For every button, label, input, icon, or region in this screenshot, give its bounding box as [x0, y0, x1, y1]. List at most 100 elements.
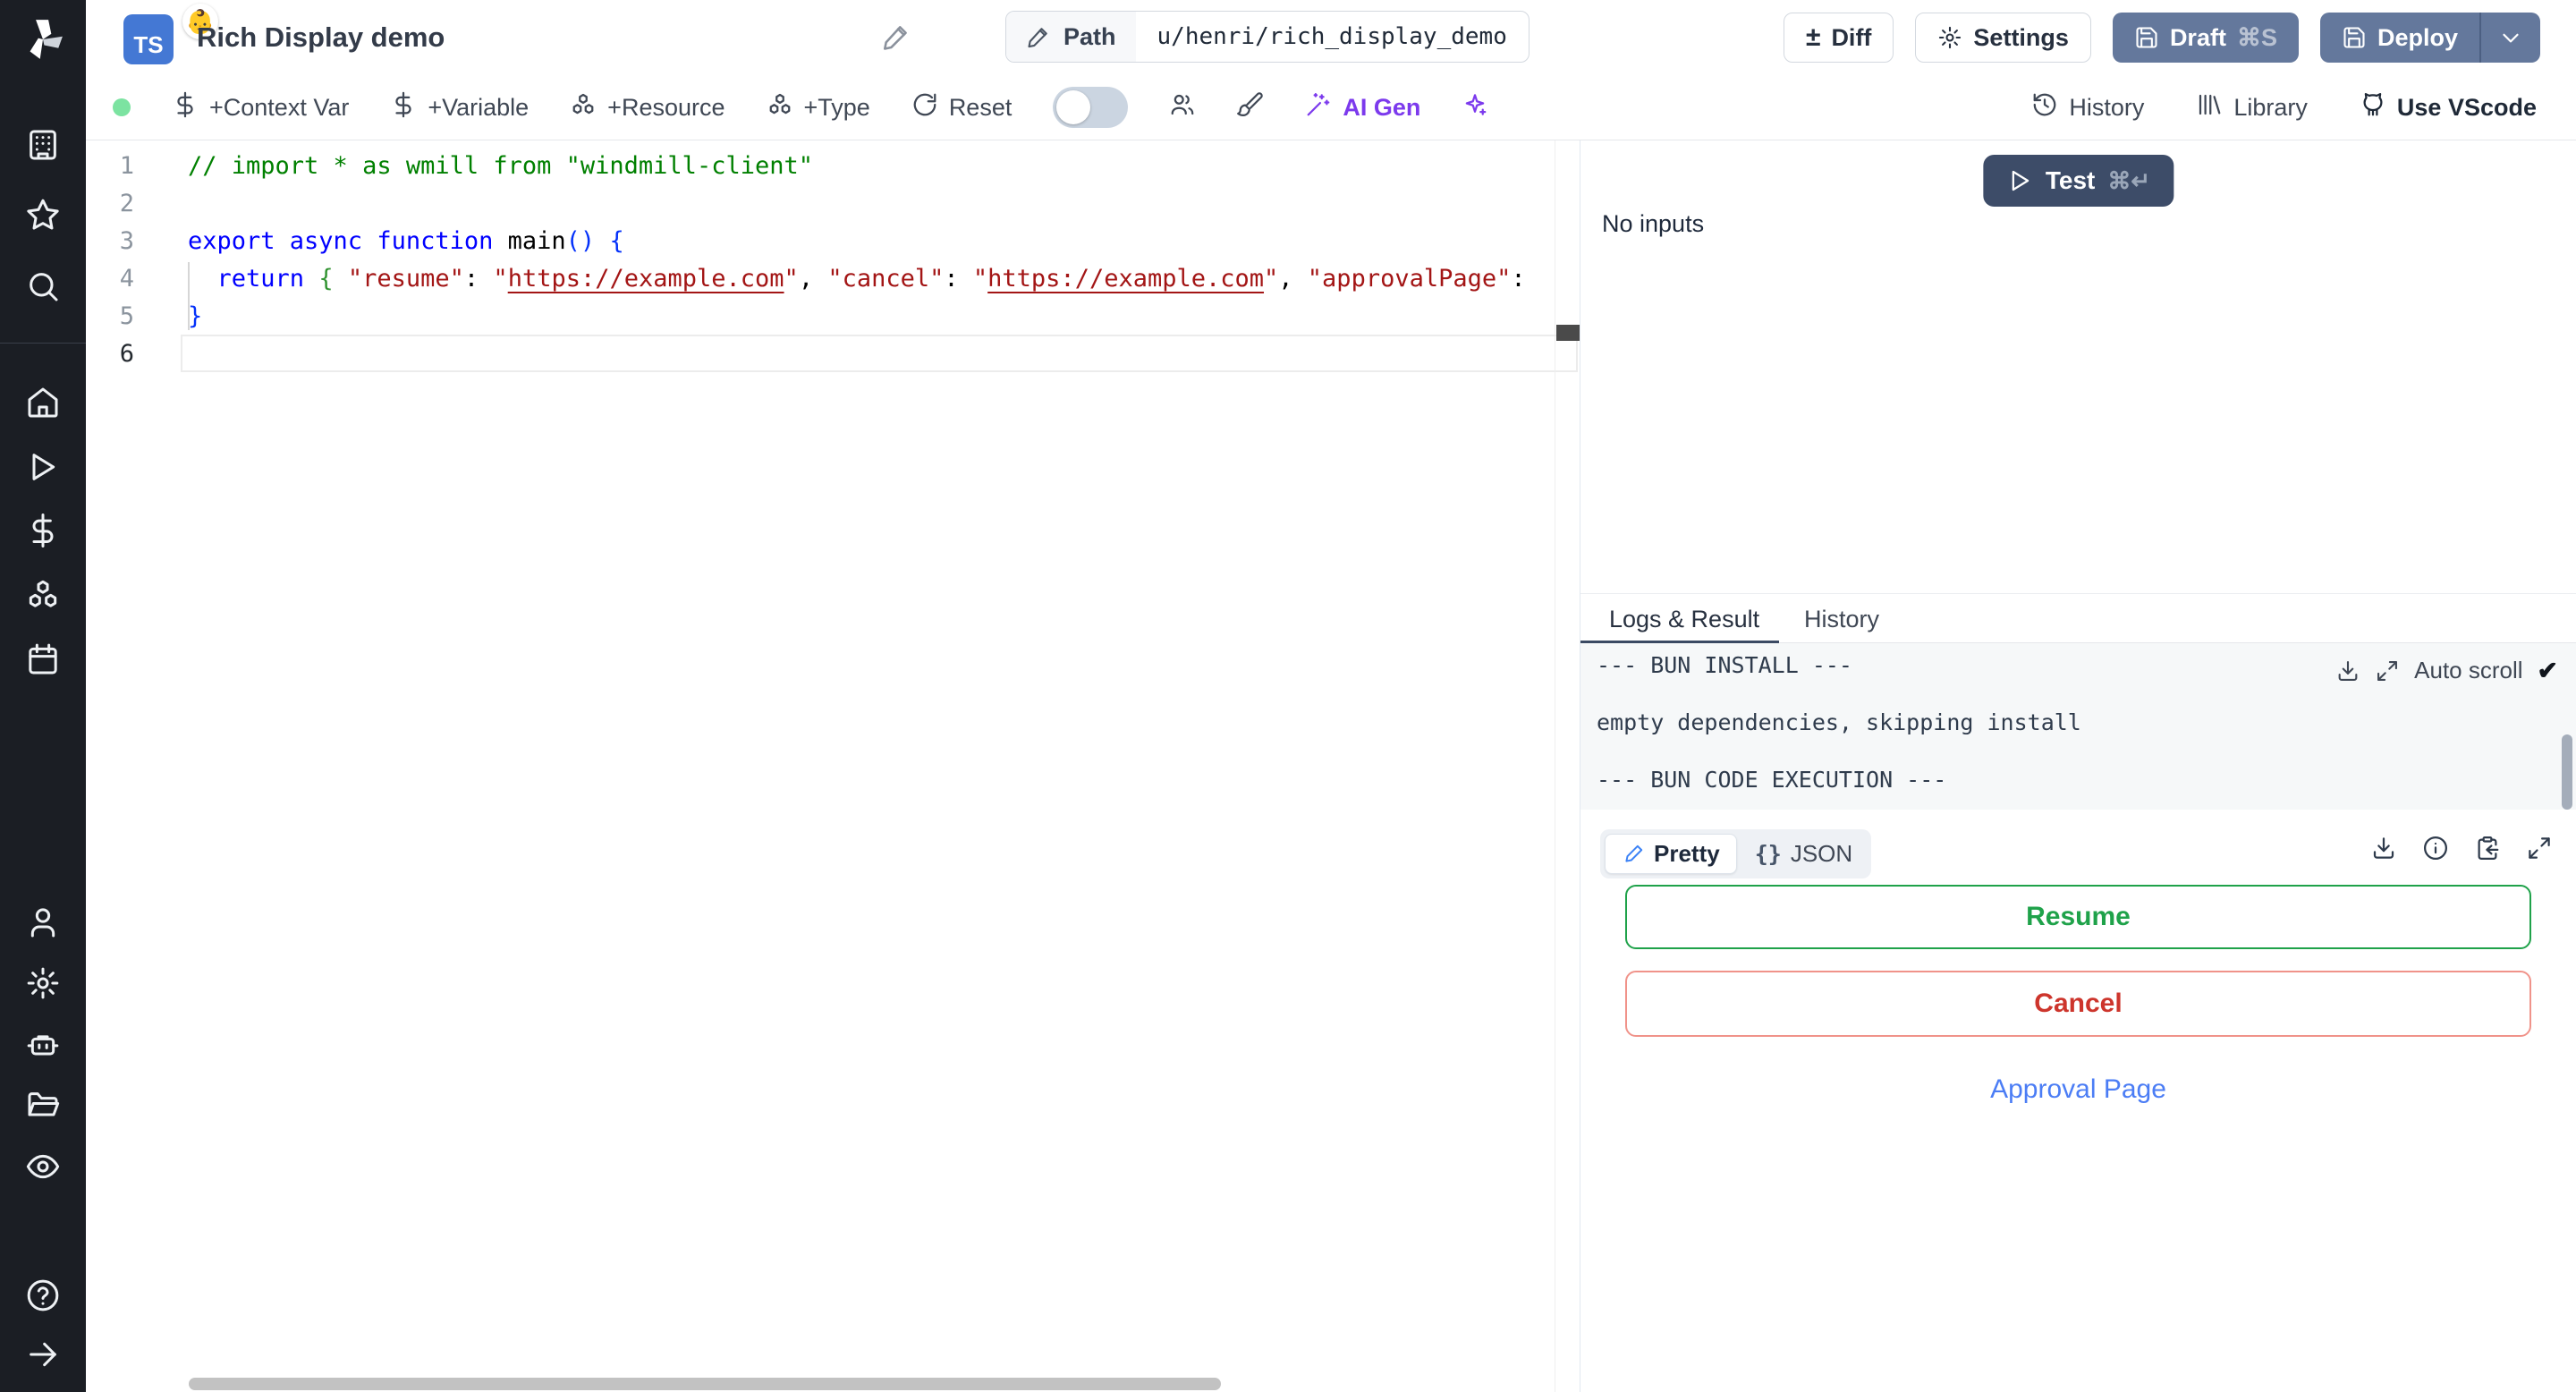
sidebar-item-search-icon[interactable] [25, 268, 61, 304]
sidebar-item-settings-icon[interactable] [25, 965, 61, 1001]
line-number: 5 [119, 302, 134, 330]
wand-icon [1305, 91, 1332, 124]
package-icon [570, 91, 597, 124]
sidebar-item-user-icon[interactable] [25, 904, 61, 940]
approval-page-link[interactable]: Approval Page [1580, 1074, 2576, 1105]
braces-icon: {} [1754, 841, 1782, 867]
sidebar-item-eye-icon[interactable] [25, 1149, 61, 1184]
sidebar-item-home-icon[interactable] [25, 385, 61, 420]
language-status-dot [113, 98, 131, 116]
windmill-logo[interactable] [18, 14, 68, 64]
right-panel: Test ⌘↵ No inputs Logs & Result History [1580, 140, 2576, 1392]
json-toggle[interactable]: {} JSON [1741, 835, 1867, 873]
path-label: Path [1063, 22, 1116, 50]
assets-toggle[interactable] [1053, 87, 1129, 128]
deploy-dropdown-button[interactable] [2479, 13, 2540, 63]
tab-logs-result[interactable]: Logs & Result [1609, 594, 1759, 644]
collaborators-button[interactable] [1169, 91, 1196, 124]
deploy-button[interactable]: Deploy [2320, 13, 2479, 63]
code-line-4[interactable]: 4 return { "resume": "https://example.co… [86, 260, 1580, 298]
expand-result-icon[interactable] [2526, 835, 2553, 862]
edit-summary-pencil-icon[interactable] [881, 21, 911, 52]
sidebar-item-boxes-icon[interactable] [25, 577, 61, 613]
typescript-badge: TS 👶 [123, 4, 218, 64]
vscode-cat-icon [2360, 91, 2386, 124]
auto-scroll-check-icon[interactable]: ✔ [2538, 656, 2558, 685]
path-value[interactable]: u/henri/rich_display_demo [1136, 12, 1529, 62]
windmill-app: TS 👶 Rich Display demo Path u/henri/rich… [0, 0, 2576, 1392]
line-number: 4 [119, 265, 134, 293]
expand-logs-icon[interactable] [2375, 658, 2400, 683]
auto-scroll-label: Auto scroll [2414, 657, 2523, 683]
sidebar-item-star-icon[interactable] [25, 197, 61, 233]
editor-horizontal-scrollbar[interactable] [189, 1378, 1221, 1390]
tab-history[interactable]: History [1804, 594, 1879, 644]
sidebar [0, 0, 86, 1392]
ai-gen-button[interactable]: AI Gen [1305, 91, 1420, 124]
settings-button[interactable]: Settings [1915, 13, 2091, 63]
download-result-icon[interactable] [2370, 835, 2397, 862]
code-line-2[interactable]: 2 [86, 185, 1580, 223]
code-editor[interactable]: 1// import * as wmill from "windmill-cli… [86, 140, 1580, 1392]
code-line-1[interactable]: 1// import * as wmill from "windmill-cli… [86, 148, 1580, 185]
add-context-var-button[interactable]: +Context Var [172, 91, 349, 124]
path-label-section: Path [1006, 12, 1136, 62]
header-buttons: ± Diff Settings Draft ⌘S Deploy [1783, 13, 2540, 63]
draft-button[interactable]: Draft ⌘S [2112, 13, 2299, 63]
test-button[interactable]: Test ⌘↵ [1982, 155, 2174, 207]
brush-icon [1237, 91, 1264, 124]
format-brush-button[interactable] [1237, 91, 1264, 124]
resume-button[interactable]: Resume [1625, 885, 2531, 949]
log-line: --- BUN CODE EXECUTION --- [1597, 767, 1947, 793]
editor-toolbar: +Context Var +Variable +Resource +Type Reset… [86, 75, 2576, 140]
logs-scrollbar[interactable] [2562, 734, 2572, 810]
history-icon [2031, 91, 2058, 124]
pretty-toggle[interactable]: Pretty [1605, 834, 1737, 874]
copy-to-clipboard-icon[interactable] [2474, 835, 2501, 862]
reset-button[interactable]: Reset [911, 91, 1012, 124]
use-vscode-button[interactable]: Use VScode [2360, 91, 2537, 124]
library-button[interactable]: Library [2196, 91, 2308, 124]
sidebar-item-robot-icon[interactable] [25, 1027, 61, 1063]
log-line: --- BUN INSTALL --- [1597, 652, 1852, 678]
pencil-icon [1026, 24, 1051, 49]
test-shortcut: ⌘↵ [2107, 166, 2151, 194]
users-icon [1169, 91, 1196, 124]
add-variable-button[interactable]: +Variable [390, 91, 529, 124]
code-line-6[interactable]: 6 [86, 335, 1580, 373]
logs-output[interactable]: Auto scroll ✔ --- BUN INSTALL --- empty d… [1580, 643, 2576, 810]
refresh-icon [911, 91, 938, 124]
result-toolbar: Pretty {} JSON [1580, 822, 2576, 885]
toolbar-right-group: History Library Use VScode [2031, 75, 2537, 140]
code-line-5[interactable]: 5} [86, 298, 1580, 335]
play-icon [2006, 167, 2033, 194]
add-type-button[interactable]: +Type [767, 91, 870, 124]
log-line: empty dependencies, skipping install [1597, 709, 2081, 735]
typescript-badge-label: TS [133, 31, 164, 58]
add-resource-button[interactable]: +Resource [570, 91, 725, 124]
sidebar-item-play-icon[interactable] [25, 449, 61, 485]
sidebar-item-dollar-icon[interactable] [25, 513, 61, 548]
diff-button[interactable]: ± Diff [1783, 13, 1894, 63]
sidebar-item-arrow-right-icon[interactable] [25, 1337, 61, 1372]
library-icon [2196, 91, 2223, 124]
gear-icon [1937, 25, 1962, 50]
history-button[interactable]: History [2031, 91, 2144, 124]
dollar-icon [390, 91, 417, 124]
main-column: TS 👶 Rich Display demo Path u/henri/rich… [86, 0, 2576, 1392]
save-icon [2342, 25, 2367, 50]
cancel-button[interactable]: Cancel [1625, 971, 2531, 1037]
info-icon[interactable] [2422, 835, 2449, 862]
sidebar-item-building-icon[interactable] [25, 127, 61, 163]
download-logs-icon[interactable] [2335, 658, 2360, 683]
deploy-split-button: Deploy [2319, 13, 2540, 63]
ai-sparkles-button[interactable] [1462, 91, 1488, 124]
line-number: 3 [119, 227, 134, 255]
line-number: 6 [119, 340, 134, 368]
sidebar-item-folder-open-icon[interactable] [25, 1088, 61, 1124]
sidebar-item-calendar-icon[interactable] [25, 641, 61, 677]
path-field[interactable]: Path u/henri/rich_display_demo [1005, 11, 1530, 63]
line-number: 1 [119, 152, 134, 180]
code-line-3[interactable]: 3 export async function main() { [86, 223, 1580, 260]
sidebar-item-help-icon[interactable] [25, 1277, 61, 1313]
